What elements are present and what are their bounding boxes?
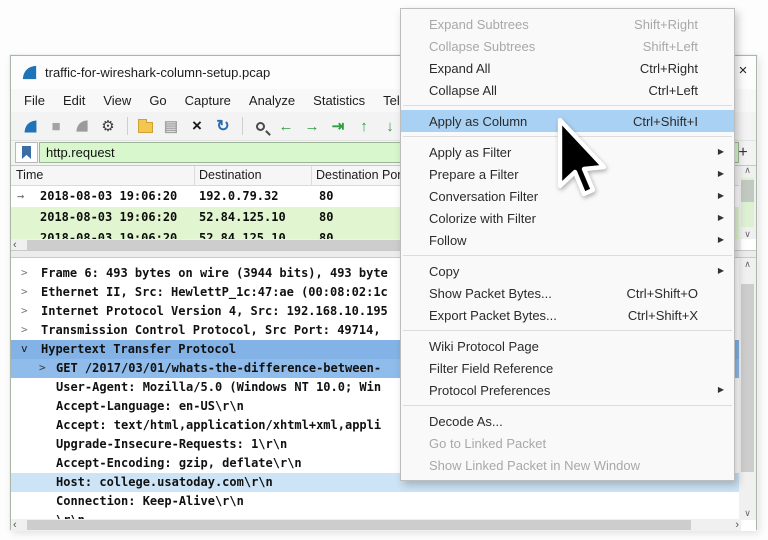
column-destination[interactable]: Destination [199,168,262,182]
packet-list-vscrollbar[interactable]: ∧ ∨ [739,166,756,239]
scroll-down-icon[interactable]: ∨ [739,508,756,519]
cell-port: 80 [319,210,333,224]
expand-chevron-icon[interactable]: > [21,304,28,317]
menu-separator [403,405,732,406]
menu-item-colorize-with-filter[interactable]: Colorize with Filter▶ [401,207,734,229]
menu-item-expand-subtrees[interactable]: Expand SubtreesShift+Right [401,13,734,35]
window-title: traffic-for-wireshark-column-setup.pcap [45,56,270,89]
scroll-down-icon[interactable]: ∨ [739,229,756,240]
submenu-arrow-icon: ▶ [718,235,724,244]
details-hscrollbar[interactable]: ‹ › [11,519,741,531]
submenu-arrow-icon: ▶ [718,191,724,200]
collapse-chevron-icon[interactable]: v [21,342,28,355]
menu-item-wiki-protocol-page[interactable]: Wiki Protocol Page [401,335,734,357]
cell-time: 2018-08-03 19:06:20 [40,210,177,224]
hscroll-thumb[interactable] [27,520,691,530]
save-file-icon[interactable]: ▤ [159,115,183,137]
menu-item-export-packet-bytes[interactable]: Export Packet Bytes...Ctrl+Shift+X [401,304,734,326]
submenu-arrow-icon: ▶ [718,213,724,222]
menu-item-show-packet-bytes[interactable]: Show Packet Bytes...Ctrl+Shift+O [401,282,734,304]
go-forward-icon[interactable]: → [300,115,324,137]
window-close-button[interactable]: × [732,56,754,86]
cell-destination: 52.84.125.10 [199,231,286,239]
open-file-icon[interactable] [133,115,157,137]
go-to-top-icon[interactable]: ↑ [352,115,376,137]
bookmark-icon [22,146,31,159]
reload-icon[interactable]: ↻ [211,115,235,137]
menu-separator [403,255,732,256]
wireshark-logo-icon [20,63,39,82]
menu-go[interactable]: Go [140,89,175,112]
menu-item-collapse-subtrees[interactable]: Collapse SubtreesShift+Left [401,35,734,57]
column-destination-port[interactable]: Destination Port [316,168,405,182]
column-divider[interactable] [194,166,195,186]
menu-item-copy[interactable]: Copy▶ [401,260,734,282]
expand-chevron-icon[interactable]: > [39,361,46,374]
cell-time: 2018-08-03 19:06:20 [40,231,177,239]
menu-item-collapse-all[interactable]: Collapse AllCtrl+Left [401,79,734,101]
cell-destination: 192.0.79.32 [199,189,278,203]
menu-separator [403,330,732,331]
expand-chevron-icon[interactable]: > [21,323,28,336]
submenu-arrow-icon: ▶ [718,266,724,275]
details-vscrollbar[interactable]: ∧ ∨ [739,258,756,520]
expand-chevron-icon[interactable]: > [21,266,28,279]
scroll-left-icon[interactable]: ‹ [13,519,17,531]
submenu-arrow-icon: ▶ [718,385,724,394]
scroll-right-icon[interactable]: › [735,519,739,531]
column-divider[interactable] [311,166,312,186]
menu-edit[interactable]: Edit [54,89,94,112]
toolbar-separator [127,117,128,135]
desktop: traffic-for-wireshark-column-setup.pcap … [0,0,768,540]
context-menu: Expand SubtreesShift+Right Collapse Subt… [400,8,735,481]
mouse-cursor [556,118,614,210]
menu-separator [403,105,732,106]
submenu-arrow-icon: ▶ [718,147,724,156]
menu-capture[interactable]: Capture [176,89,240,112]
add-filter-button[interactable]: + [733,142,753,163]
cell-destination: 52.84.125.10 [199,210,286,224]
cell-port: 80 [319,189,333,203]
close-file-icon[interactable]: × [185,115,209,137]
menu-item-go-to-linked-packet[interactable]: Go to Linked Packet [401,432,734,454]
menu-item-protocol-preferences[interactable]: Protocol Preferences▶ [401,379,734,401]
go-to-packet-icon[interactable]: ⇥ [326,115,350,137]
menu-item-filter-field-reference[interactable]: Filter Field Reference [401,357,734,379]
menu-view[interactable]: View [94,89,140,112]
vscroll-thumb[interactable] [741,180,754,202]
menu-file[interactable]: File [15,89,54,112]
column-time[interactable]: Time [16,168,43,182]
expand-chevron-icon[interactable]: > [21,285,28,298]
cell-port: 80 [319,231,333,239]
toolbar-separator [242,117,243,135]
start-capture-icon[interactable] [18,115,42,137]
scroll-up-icon[interactable]: ∧ [739,165,756,176]
stop-capture-icon[interactable]: ■ [44,115,68,137]
menu-item-expand-all[interactable]: Expand AllCtrl+Right [401,57,734,79]
first-packet-arrow-icon: → [17,189,24,203]
go-back-icon[interactable]: ← [274,115,298,137]
vscroll-thumb[interactable] [741,284,754,472]
scroll-up-icon[interactable]: ∧ [739,259,756,270]
menu-item-show-linked-packet-in-new-window[interactable]: Show Linked Packet in New Window [401,454,734,476]
cell-time: 2018-08-03 19:06:20 [40,189,177,203]
restart-capture-icon[interactable] [70,115,94,137]
detail-line[interactable]: Connection: Keep-Alive\r\n [11,492,741,511]
capture-options-icon[interactable]: ⚙ [96,115,120,137]
menu-item-decode-as[interactable]: Decode As... [401,410,734,432]
go-to-bottom-icon[interactable]: ↓ [378,115,402,137]
menu-analyze[interactable]: Analyze [240,89,304,112]
menu-statistics[interactable]: Statistics [304,89,374,112]
submenu-arrow-icon: ▶ [718,169,724,178]
find-packet-icon[interactable] [248,115,272,137]
menu-item-follow[interactable]: Follow▶ [401,229,734,251]
scroll-left-icon[interactable]: ‹ [13,239,17,251]
filter-bookmark-button[interactable] [15,142,38,163]
